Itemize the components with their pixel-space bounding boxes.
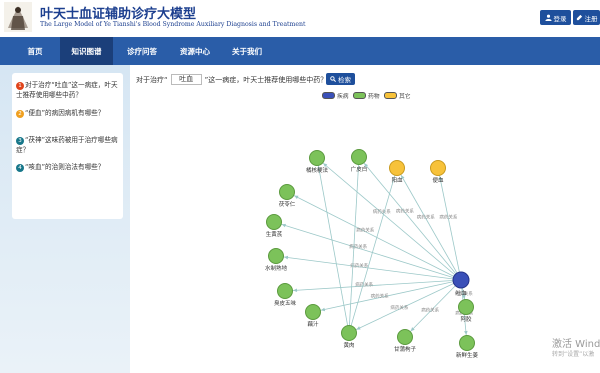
nav-item-knowledge-graph[interactable]: 知识图谱 — [60, 37, 113, 65]
graph-node-drug-label: 生黄芪 — [266, 230, 283, 238]
legend-disease[interactable]: 疾病 — [322, 91, 349, 100]
header-bar: 叶天士血证辅助诊疗大模型 The Large Model of Ye Tians… — [0, 0, 600, 37]
question-text: 对于治疗“吐血”这一病症，叶天士推荐使用哪些中药？ — [16, 81, 118, 99]
graph-edge-label: 病药关系 — [349, 243, 367, 250]
sample-question-4[interactable]: 4 “咳血”的治则治法有哪些？ — [16, 163, 120, 173]
graph-node-drug[interactable] — [341, 325, 357, 341]
nav-label: 资源中心 — [180, 46, 210, 56]
graph-edge-label: 病药关系 — [371, 293, 389, 300]
register-label: 注册 — [584, 14, 598, 23]
graph-node-drug[interactable] — [459, 335, 475, 351]
graph-edge-label: 病药关系 — [439, 213, 457, 220]
nav-item-resources[interactable]: 资源中心 — [170, 37, 220, 65]
question-text: “咳血”的治则治法有哪些？ — [25, 163, 105, 171]
graph-node-drug[interactable] — [305, 304, 321, 320]
watermark-line-2: 转到“设置”以激 — [552, 351, 595, 358]
query-sentence: 对于治疗“ 吐血 ”这一病症，叶天士推荐使用哪些中药？ — [136, 74, 327, 85]
graph-arrowhead — [283, 255, 289, 260]
legend-label: 药物 — [368, 94, 380, 100]
edge-layer: 病药关系病药关系病药关系病药关系病药关系病药关系病药关系病药关系 病药关系病药关系… — [273, 156, 474, 344]
login-label: 登录 — [553, 14, 567, 23]
legend-swatch — [384, 92, 397, 99]
graph-edge — [286, 191, 462, 281]
graph-node-drug[interactable] — [351, 149, 367, 165]
watermark-line-1: 激活 Wind — [552, 339, 600, 350]
legend-drug[interactable]: 药物 — [353, 91, 380, 100]
nav-label: 诊疗问答 — [127, 46, 157, 56]
graph-node-drug[interactable] — [266, 214, 282, 230]
question-text: “便血”的病因病机有哪些？ — [25, 109, 105, 117]
graph-node-drug-label: 藕汁 — [307, 320, 319, 328]
graph-edge-label: 病药关系 — [417, 213, 435, 220]
graph-node-drug-label: 甘蒲枸子 — [394, 345, 417, 353]
sample-questions-panel: 1 对于治疗“吐血”这一病症，叶天士推荐使用哪些中药？ 2 “便血”的病因病机有哪些… — [12, 73, 123, 219]
nav-label: 关于我们 — [232, 46, 262, 56]
legend-label: 其它 — [399, 94, 411, 100]
graph-edge-label: 病药关系 — [356, 227, 374, 234]
question-text: “茯神”这味药被用于治疗哪些病症？ — [16, 136, 118, 154]
sample-question-1[interactable]: 1 对于治疗“吐血”这一病症，叶天士推荐使用哪些中药？ — [16, 81, 120, 100]
legend-swatch — [322, 92, 335, 99]
search-button[interactable]: 检索 — [326, 73, 355, 85]
graph-node-other[interactable] — [430, 160, 446, 176]
graph-edge — [316, 157, 350, 334]
graph-arrowhead — [292, 288, 298, 293]
graph-node-drug[interactable] — [277, 283, 293, 299]
graph-arrowhead — [320, 307, 326, 312]
graph-node-drug-label: 臭皮五味 — [274, 299, 297, 307]
graph-node-drug-label: 橘核粳法 — [306, 166, 329, 174]
graph-node-drug[interactable] — [458, 299, 474, 315]
question-number-badge: 3 — [16, 137, 24, 145]
search-label: 检索 — [338, 76, 351, 84]
question-number-badge: 1 — [16, 82, 24, 90]
graph-edge — [275, 255, 462, 281]
graph-panel: 病药关系 病药关系 病药关系 病药关系 病药关系 病药关系 病药关系 病药关系 病药关系 病药关系… — [130, 65, 600, 373]
logo-icon — [4, 2, 32, 32]
search-icon — [330, 76, 336, 82]
graph-node-disease-label: 吐血 — [455, 289, 467, 297]
graph-node-drug[interactable] — [279, 184, 295, 200]
disease-input[interactable]: 吐血 — [170, 74, 202, 85]
legend-swatch — [353, 92, 366, 99]
graph-edge-label: 病药关系 — [396, 207, 414, 214]
query-prefix: 对于治疗“ — [136, 75, 168, 84]
graph-edge-label: 病药关系 — [390, 304, 408, 311]
nav-label: 首页 — [27, 46, 43, 56]
graph-node-drug-label: 水制熟地 — [265, 264, 288, 272]
app-subtitle: The Large Model of Ye Tianshi's Blood Sy… — [40, 21, 306, 28]
graph-node-other-label: 阳血 — [391, 176, 403, 184]
graph-node-drug[interactable] — [268, 248, 284, 264]
legend-other[interactable]: 其它 — [384, 91, 411, 100]
graph-node-drug-label: 黄肉 — [343, 341, 354, 349]
graph-node-drug-label: 广皮白 — [351, 165, 368, 173]
graph-node-drug[interactable] — [309, 150, 325, 166]
graph-edge-label: 病药关系 — [421, 306, 439, 313]
register-button[interactable]: 注册 — [573, 10, 600, 25]
nav-item-home[interactable]: 首页 — [12, 37, 58, 65]
login-button[interactable]: 登录 — [540, 10, 571, 25]
graph-node-other-label: 便血 — [432, 176, 444, 184]
main-nav: 首页 知识图谱 诊疗问答 资源中心 关于我们 — [0, 37, 600, 65]
question-number-badge: 4 — [16, 164, 24, 172]
nav-item-about[interactable]: 关于我们 — [222, 37, 272, 65]
legend-label: 疾病 — [337, 94, 349, 100]
graph-node-drug[interactable] — [397, 329, 413, 345]
graph-node-disease[interactable] — [452, 271, 470, 289]
knowledge-graph[interactable]: 病药关系病药关系病药关系病药关系病药关系病药关系病药关系病药关系 病药关系病药关系… — [130, 65, 600, 373]
nav-label: 知识图谱 — [71, 46, 102, 56]
register-icon — [576, 14, 582, 21]
sample-question-3[interactable]: 3 “茯神”这味药被用于治疗哪些病症？ — [16, 136, 120, 155]
graph-edge-label: 病药关系 — [355, 281, 373, 288]
user-icon — [544, 14, 552, 21]
graph-node-drug-label: 新鲜生姜 — [456, 351, 479, 359]
sample-question-2[interactable]: 2 “便血”的病因病机有哪些？ — [16, 109, 120, 119]
graph-edge-label: 病药关系 — [373, 208, 391, 215]
question-number-badge: 2 — [16, 110, 24, 118]
query-suffix: ”这一病症，叶天士推荐使用哪些中药？ — [204, 75, 328, 84]
graph-node-other[interactable] — [389, 160, 405, 176]
graph-arrowhead — [281, 223, 286, 228]
graph-node-drug-label: 阿胶 — [460, 315, 472, 323]
graph-node-drug-label: 茯苓仁 — [279, 200, 296, 208]
nav-item-qa[interactable]: 诊疗问答 — [117, 37, 167, 65]
